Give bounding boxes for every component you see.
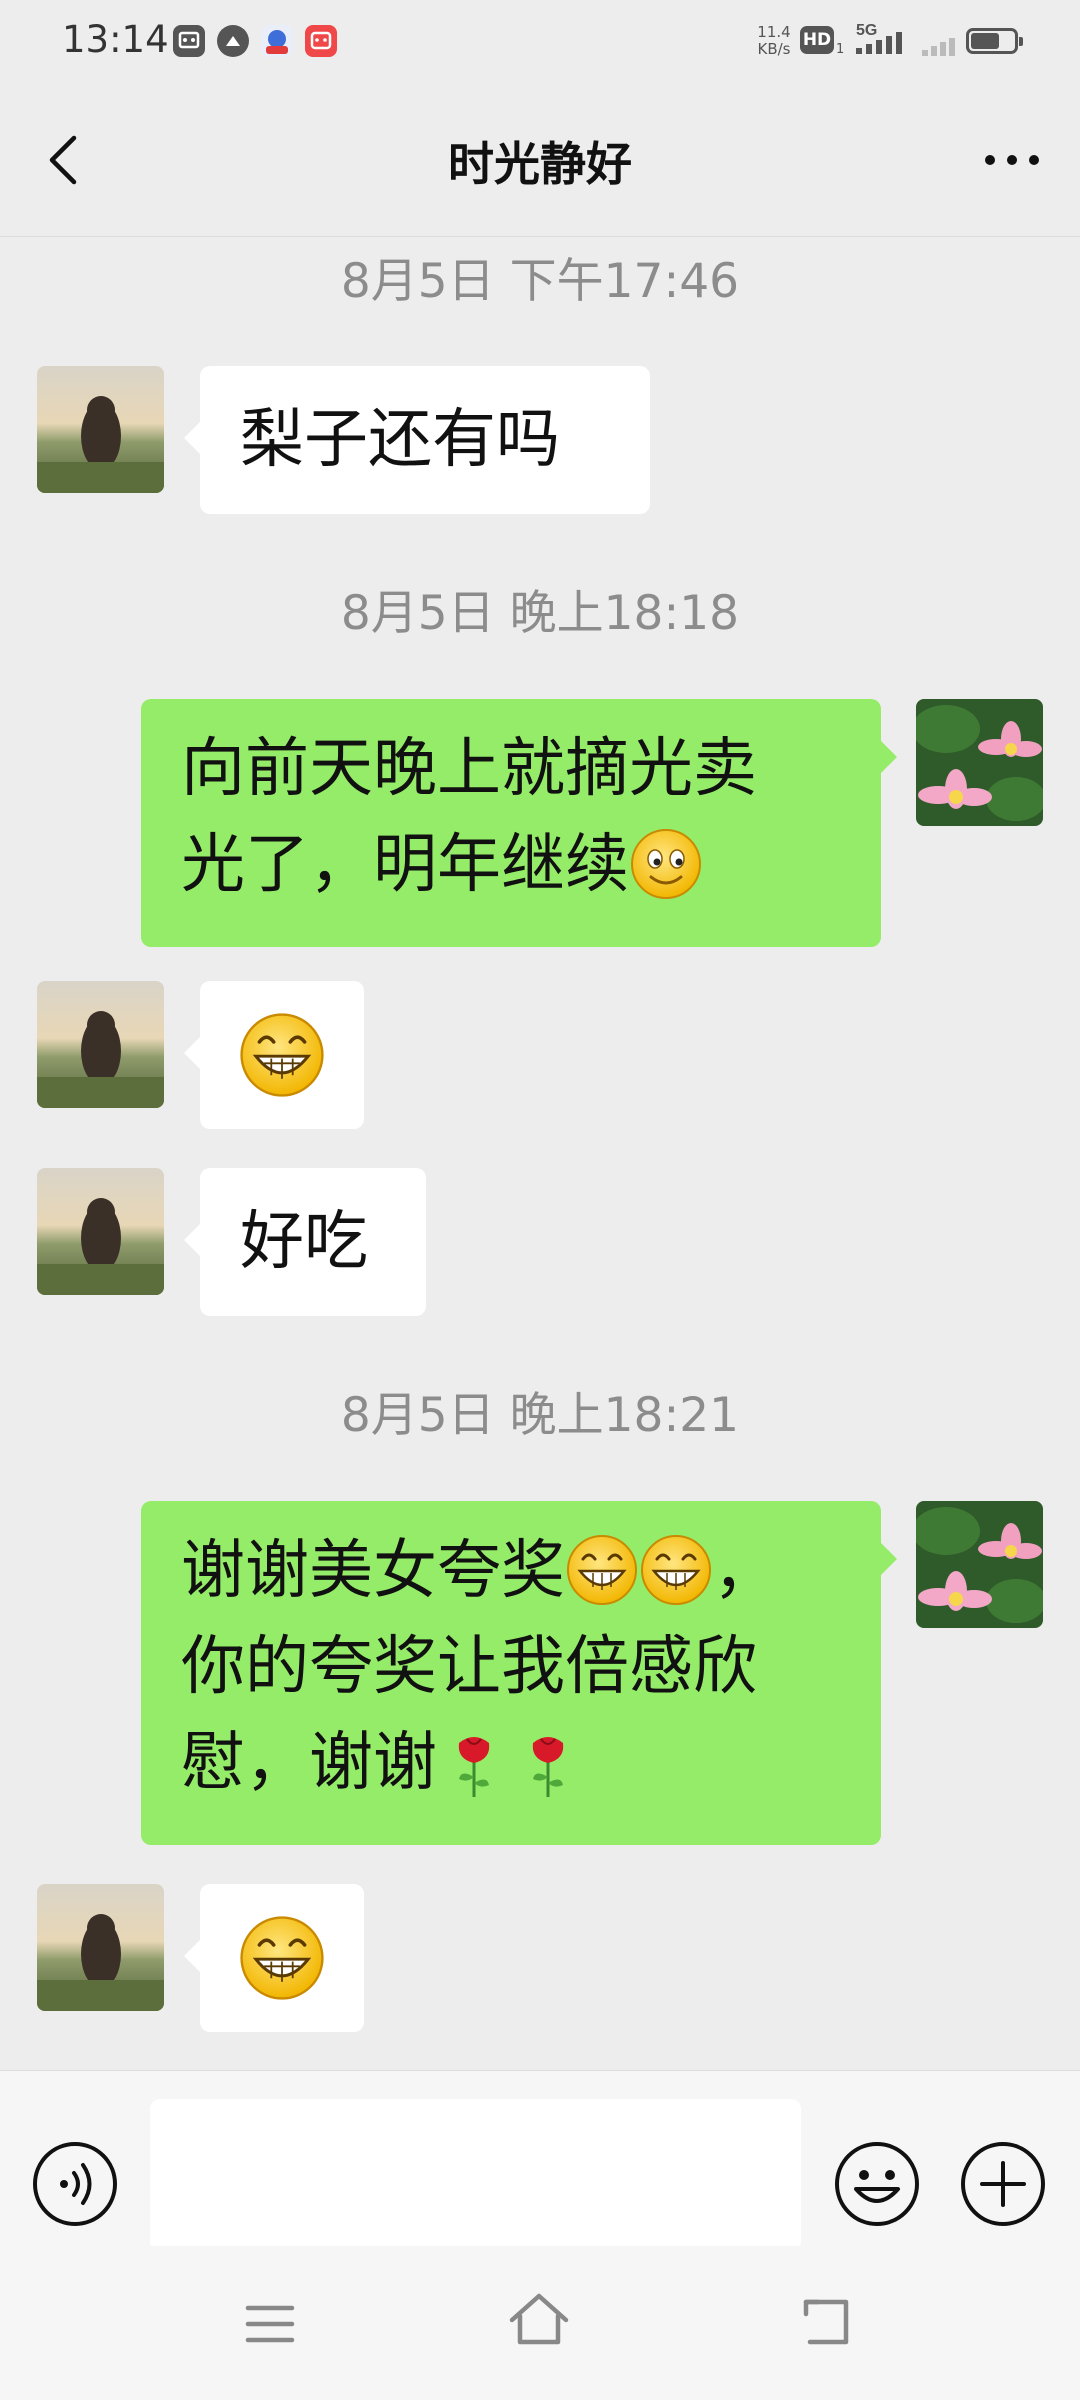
hd-sub: 1 (836, 42, 845, 57)
battery-icon (966, 28, 1023, 54)
message-text-line: 你的夸奖让我倍感欣 (181, 1630, 757, 1704)
signal-5g-icon: 5G (854, 22, 914, 62)
app-notification-icon-2 (216, 24, 250, 58)
timestamp: 8月5日 晚上18:18 (340, 586, 740, 641)
chevron-left-icon[interactable] (36, 128, 100, 192)
avatar-other[interactable] (37, 1884, 164, 2011)
more-dots-icon[interactable] (976, 128, 1048, 192)
message-text-line: 光了，明年继续 (181, 817, 841, 913)
message-input[interactable] (150, 2099, 801, 2251)
emoji-icon[interactable] (832, 2139, 922, 2229)
grin-emoji-icon (567, 1535, 637, 1606)
menu-icon[interactable] (240, 2296, 300, 2352)
avatar-self[interactable] (916, 1501, 1043, 1628)
system-navigation-bar (0, 2246, 1080, 2400)
grin-emoji-icon (240, 1013, 324, 1097)
plus-icon[interactable] (958, 2139, 1048, 2229)
avatar-other[interactable] (37, 1168, 164, 1295)
status-time: 13:14 (62, 18, 169, 61)
message-text-line: 向前天晚上就摘光卖 (181, 732, 757, 806)
message-text: 梨子还有吗 (240, 403, 560, 477)
avatar-self[interactable] (916, 699, 1043, 826)
rose-emoji-icon (458, 1737, 490, 1798)
avatar-other[interactable] (37, 366, 164, 493)
message-input-bar (0, 2070, 1080, 2251)
home-icon[interactable] (506, 2290, 572, 2350)
message-bubble-received[interactable]: 梨子还有吗 (184, 366, 650, 514)
grin-emoji-icon (240, 1916, 324, 2000)
signal-2-icon (922, 30, 962, 60)
message-text-line: 谢谢美女夸奖， (181, 1534, 777, 1608)
grin-emoji-icon (641, 1535, 711, 1606)
message-bubble-received[interactable] (184, 981, 364, 1129)
message-bubble-sent[interactable]: 向前天晚上就摘光卖 光了，明年继续 (141, 699, 897, 947)
page-title: 时光静好 (448, 137, 632, 191)
network-speed: 11.4 KB/s (757, 23, 791, 58)
app-notification-icon-3 (260, 24, 294, 58)
chat-header: 时光静好 (0, 84, 1080, 237)
avatar-other[interactable] (37, 981, 164, 1108)
hd-badge: HD (800, 26, 834, 54)
app-notification-icon-4 (304, 24, 338, 58)
message-bubble-received[interactable]: 好吃 (184, 1168, 426, 1316)
timestamp: 8月5日 下午17:46 (340, 254, 740, 309)
message-text-line: 慰，谢谢 (181, 1715, 841, 1811)
timestamp: 8月5日 晚上18:21 (340, 1388, 740, 1443)
message-bubble-sent[interactable]: 谢谢美女夸奖， 你的夸奖让我倍感欣 慰，谢谢 (141, 1501, 897, 1845)
voice-icon[interactable] (30, 2139, 120, 2229)
chat-message-list[interactable]: 8月5日 下午17:46 梨子还有吗 8月5日 晚上18:18 向前天晚上就摘光… (0, 236, 1080, 2070)
smile-emoji-icon (631, 829, 701, 900)
network-type-label: 5G (856, 22, 877, 39)
rose-emoji-icon (532, 1737, 564, 1798)
message-bubble-received[interactable] (184, 1884, 364, 2032)
back-icon[interactable] (796, 2290, 856, 2350)
status-bar: 13:14 11.4 KB/s HD 1 5G (0, 0, 1080, 84)
message-text: 好吃 (240, 1205, 368, 1279)
app-notification-icon-1 (172, 24, 206, 58)
